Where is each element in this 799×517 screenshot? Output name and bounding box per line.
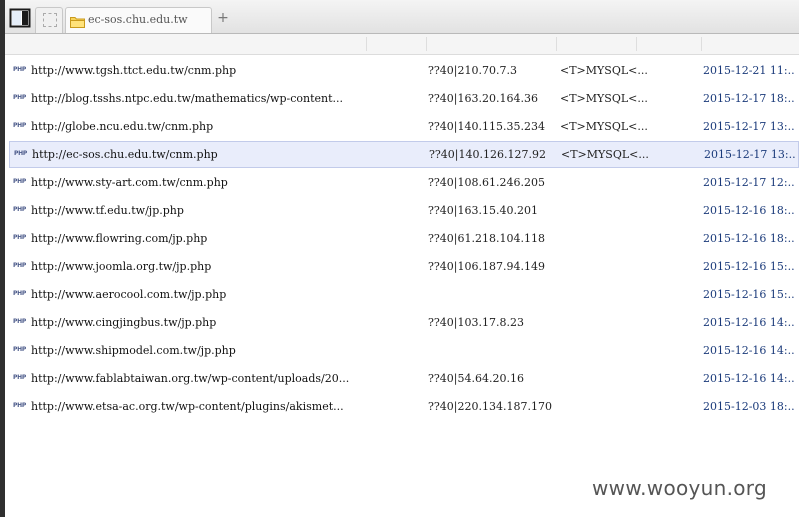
php-file-icon: PHP — [13, 178, 26, 185]
table-row[interactable]: PHP http://www.etsa-ac.org.tw/wp-content/… — [9, 393, 799, 420]
watermark: www.wooyun.org — [592, 476, 767, 500]
php-file-icon: PHP — [13, 318, 26, 325]
date-cell: 2015-12-17 18:.. — [703, 92, 795, 105]
date-cell: 2015-12-03 18:.. — [703, 400, 795, 413]
php-file-icon: PHP — [13, 94, 26, 101]
date-cell: 2015-12-16 15:.. — [703, 288, 795, 301]
ip-cell: ??40|163.15.40.201 — [428, 204, 538, 217]
table-row[interactable]: PHP http://www.tgsh.ttct.edu.tw/cnm.php??… — [9, 57, 799, 84]
column-divider[interactable] — [636, 37, 637, 51]
url-cell: http://www.aerocool.com.tw/jp.php — [31, 288, 227, 301]
php-file-icon: PHP — [13, 122, 26, 129]
ip-cell: ??40|210.70.7.3 — [428, 64, 517, 77]
url-cell: http://www.joomla.org.tw/jp.php — [31, 260, 212, 273]
date-cell: 2015-12-16 14:.. — [703, 372, 795, 385]
column-divider[interactable] — [701, 37, 702, 51]
table-row[interactable]: PHP http://www.sty-art.com.tw/cnm.php ??40… — [9, 169, 799, 196]
date-cell: 2015-12-17 13:.. — [704, 148, 796, 161]
ip-cell: ??40|163.20.164.36 — [428, 92, 538, 105]
new-tab-button[interactable]: + — [215, 9, 231, 27]
table-row[interactable]: PHP http://www.shipmodel.com.tw/jp.php 201… — [9, 337, 799, 364]
date-cell: 2015-12-16 18:.. — [703, 232, 795, 245]
dbtype-cell: <T>MYSQL<... — [560, 92, 648, 105]
url-cell: http://www.tf.edu.tw/jp.php — [31, 204, 184, 217]
url-cell: http://ec-sos.chu.edu.tw/cnm.php — [32, 148, 218, 161]
ip-cell: ??40|140.115.35.234 — [428, 120, 545, 133]
php-file-icon: PHP — [13, 66, 26, 73]
date-cell: 2015-12-16 14:.. — [703, 344, 795, 357]
url-cell: http://globe.ncu.edu.tw/cnm.php — [31, 120, 214, 133]
dbtype-cell: <T>MYSQL<... — [561, 148, 649, 161]
url-cell: http://www.cingjingbus.tw/jp.php — [31, 316, 217, 329]
url-cell: http://www.etsa-ac.org.tw/wp-content/plu… — [31, 400, 344, 413]
url-cell: http://www.tgsh.ttct.edu.tw/cnm.php — [31, 64, 237, 77]
url-cell: http://www.flowring.com/jp.php — [31, 232, 208, 245]
tab-active[interactable]: ec-sos.chu.edu.tw — [65, 7, 212, 33]
php-file-icon: PHP — [13, 402, 26, 409]
ip-cell: ??40|140.126.127.92 — [429, 148, 546, 161]
tab-bar: ec-sos.chu.edu.tw + — [5, 0, 799, 34]
table-row[interactable]: PHP http://www.aerocool.com.tw/jp.php 2015… — [9, 281, 799, 308]
dbtype-cell: <T>MYSQL<... — [560, 120, 648, 133]
tab-label: ec-sos.chu.edu.tw — [88, 13, 188, 26]
date-cell: 2015-12-16 18:.. — [703, 204, 795, 217]
php-file-icon: PHP — [13, 234, 26, 241]
list-header — [5, 34, 799, 55]
php-file-icon: PHP — [13, 262, 26, 269]
panel-toggle-icon[interactable] — [9, 8, 31, 28]
blank-tab[interactable] — [35, 7, 63, 33]
ip-cell: ??40|108.61.246.205 — [428, 176, 545, 189]
date-cell: 2015-12-16 15:.. — [703, 260, 795, 273]
column-divider[interactable] — [556, 37, 557, 51]
url-cell: http://www.sty-art.com.tw/cnm.php — [31, 176, 228, 189]
blank-page-icon — [43, 13, 57, 27]
table-row[interactable]: PHP http://www.cingjingbus.tw/jp.php ??40|… — [9, 309, 799, 336]
table-row[interactable]: PHP http://www.flowring.com/jp.php ??40|61… — [9, 225, 799, 252]
table-row[interactable]: PHP http://www.joomla.org.tw/jp.php ??40|1… — [9, 253, 799, 280]
php-file-icon: PHP — [14, 150, 27, 157]
folder-icon — [70, 13, 85, 33]
date-cell: 2015-12-21 11:.. — [703, 64, 795, 77]
url-cell: http://www.fablabtaiwan.org.tw/wp-conten… — [31, 372, 350, 385]
php-file-icon: PHP — [13, 374, 26, 381]
url-cell: http://www.shipmodel.com.tw/jp.php — [31, 344, 236, 357]
php-file-icon: PHP — [13, 290, 26, 297]
table-row[interactable]: PHP http://www.tf.edu.tw/jp.php ??40|163.1… — [9, 197, 799, 224]
column-divider[interactable] — [366, 37, 367, 51]
column-divider[interactable] — [426, 37, 427, 51]
date-cell: 2015-12-17 13:.. — [703, 120, 795, 133]
url-cell: http://blog.tsshs.ntpc.edu.tw/mathematic… — [31, 92, 344, 105]
ip-cell: ??40|103.17.8.23 — [428, 316, 524, 329]
table-row[interactable]: PHP http://globe.ncu.edu.tw/cnm.php ??40|1… — [9, 113, 799, 140]
window-left-border — [0, 0, 5, 517]
date-cell: 2015-12-16 14:.. — [703, 316, 795, 329]
dbtype-cell: <T>MYSQL<... — [560, 64, 648, 77]
php-file-icon: PHP — [13, 206, 26, 213]
table-row[interactable]: PHP http://www.fablabtaiwan.org.tw/wp-con… — [9, 365, 799, 392]
table-row[interactable]: PHP http://blog.tsshs.ntpc.edu.tw/mathema… — [9, 85, 799, 112]
ip-cell: ??40|61.218.104.118 — [428, 232, 545, 245]
ip-cell: ??40|220.134.187.170 — [428, 400, 552, 413]
php-file-icon: PHP — [13, 346, 26, 353]
ip-cell: ??40|106.187.94.149 — [428, 260, 545, 273]
ip-cell: ??40|54.64.20.16 — [428, 372, 524, 385]
table-row[interactable]: PHP http://ec-sos.chu.edu.tw/cnm.php ??40|… — [9, 141, 799, 168]
date-cell: 2015-12-17 12:.. — [703, 176, 795, 189]
